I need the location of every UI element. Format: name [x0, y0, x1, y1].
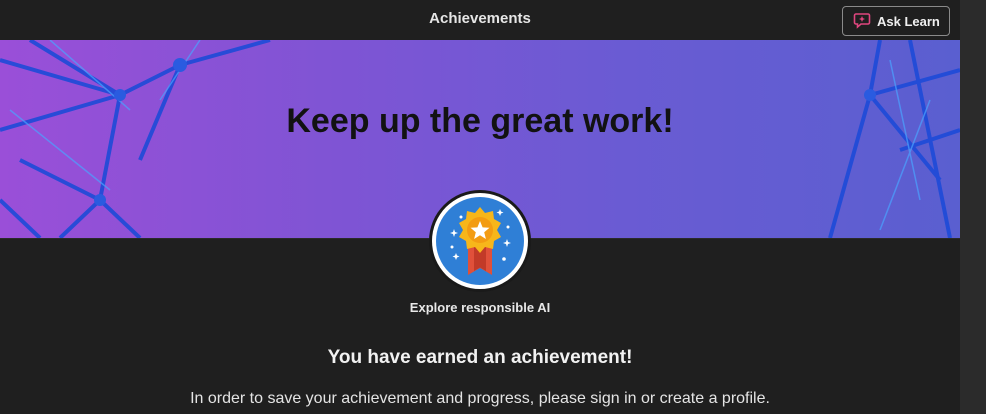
vertical-scrollbar[interactable]	[960, 0, 986, 414]
ask-learn-button[interactable]: Ask Learn	[842, 6, 950, 36]
earned-heading: You have earned an achievement!	[327, 347, 633, 368]
signin-prompt: In order to save your achievement and pr…	[190, 390, 770, 407]
sparkle-chat-icon	[853, 11, 871, 32]
dialog-header: Achievements Ask Learn	[0, 0, 960, 40]
award-medal-icon	[428, 189, 532, 293]
dialog-title: Achievements	[429, 10, 531, 27]
banner-heading: Keep up the great work!	[286, 102, 674, 140]
badge-title: Explore responsible AI	[409, 300, 551, 315]
ask-learn-label: Ask Learn	[877, 13, 940, 29]
